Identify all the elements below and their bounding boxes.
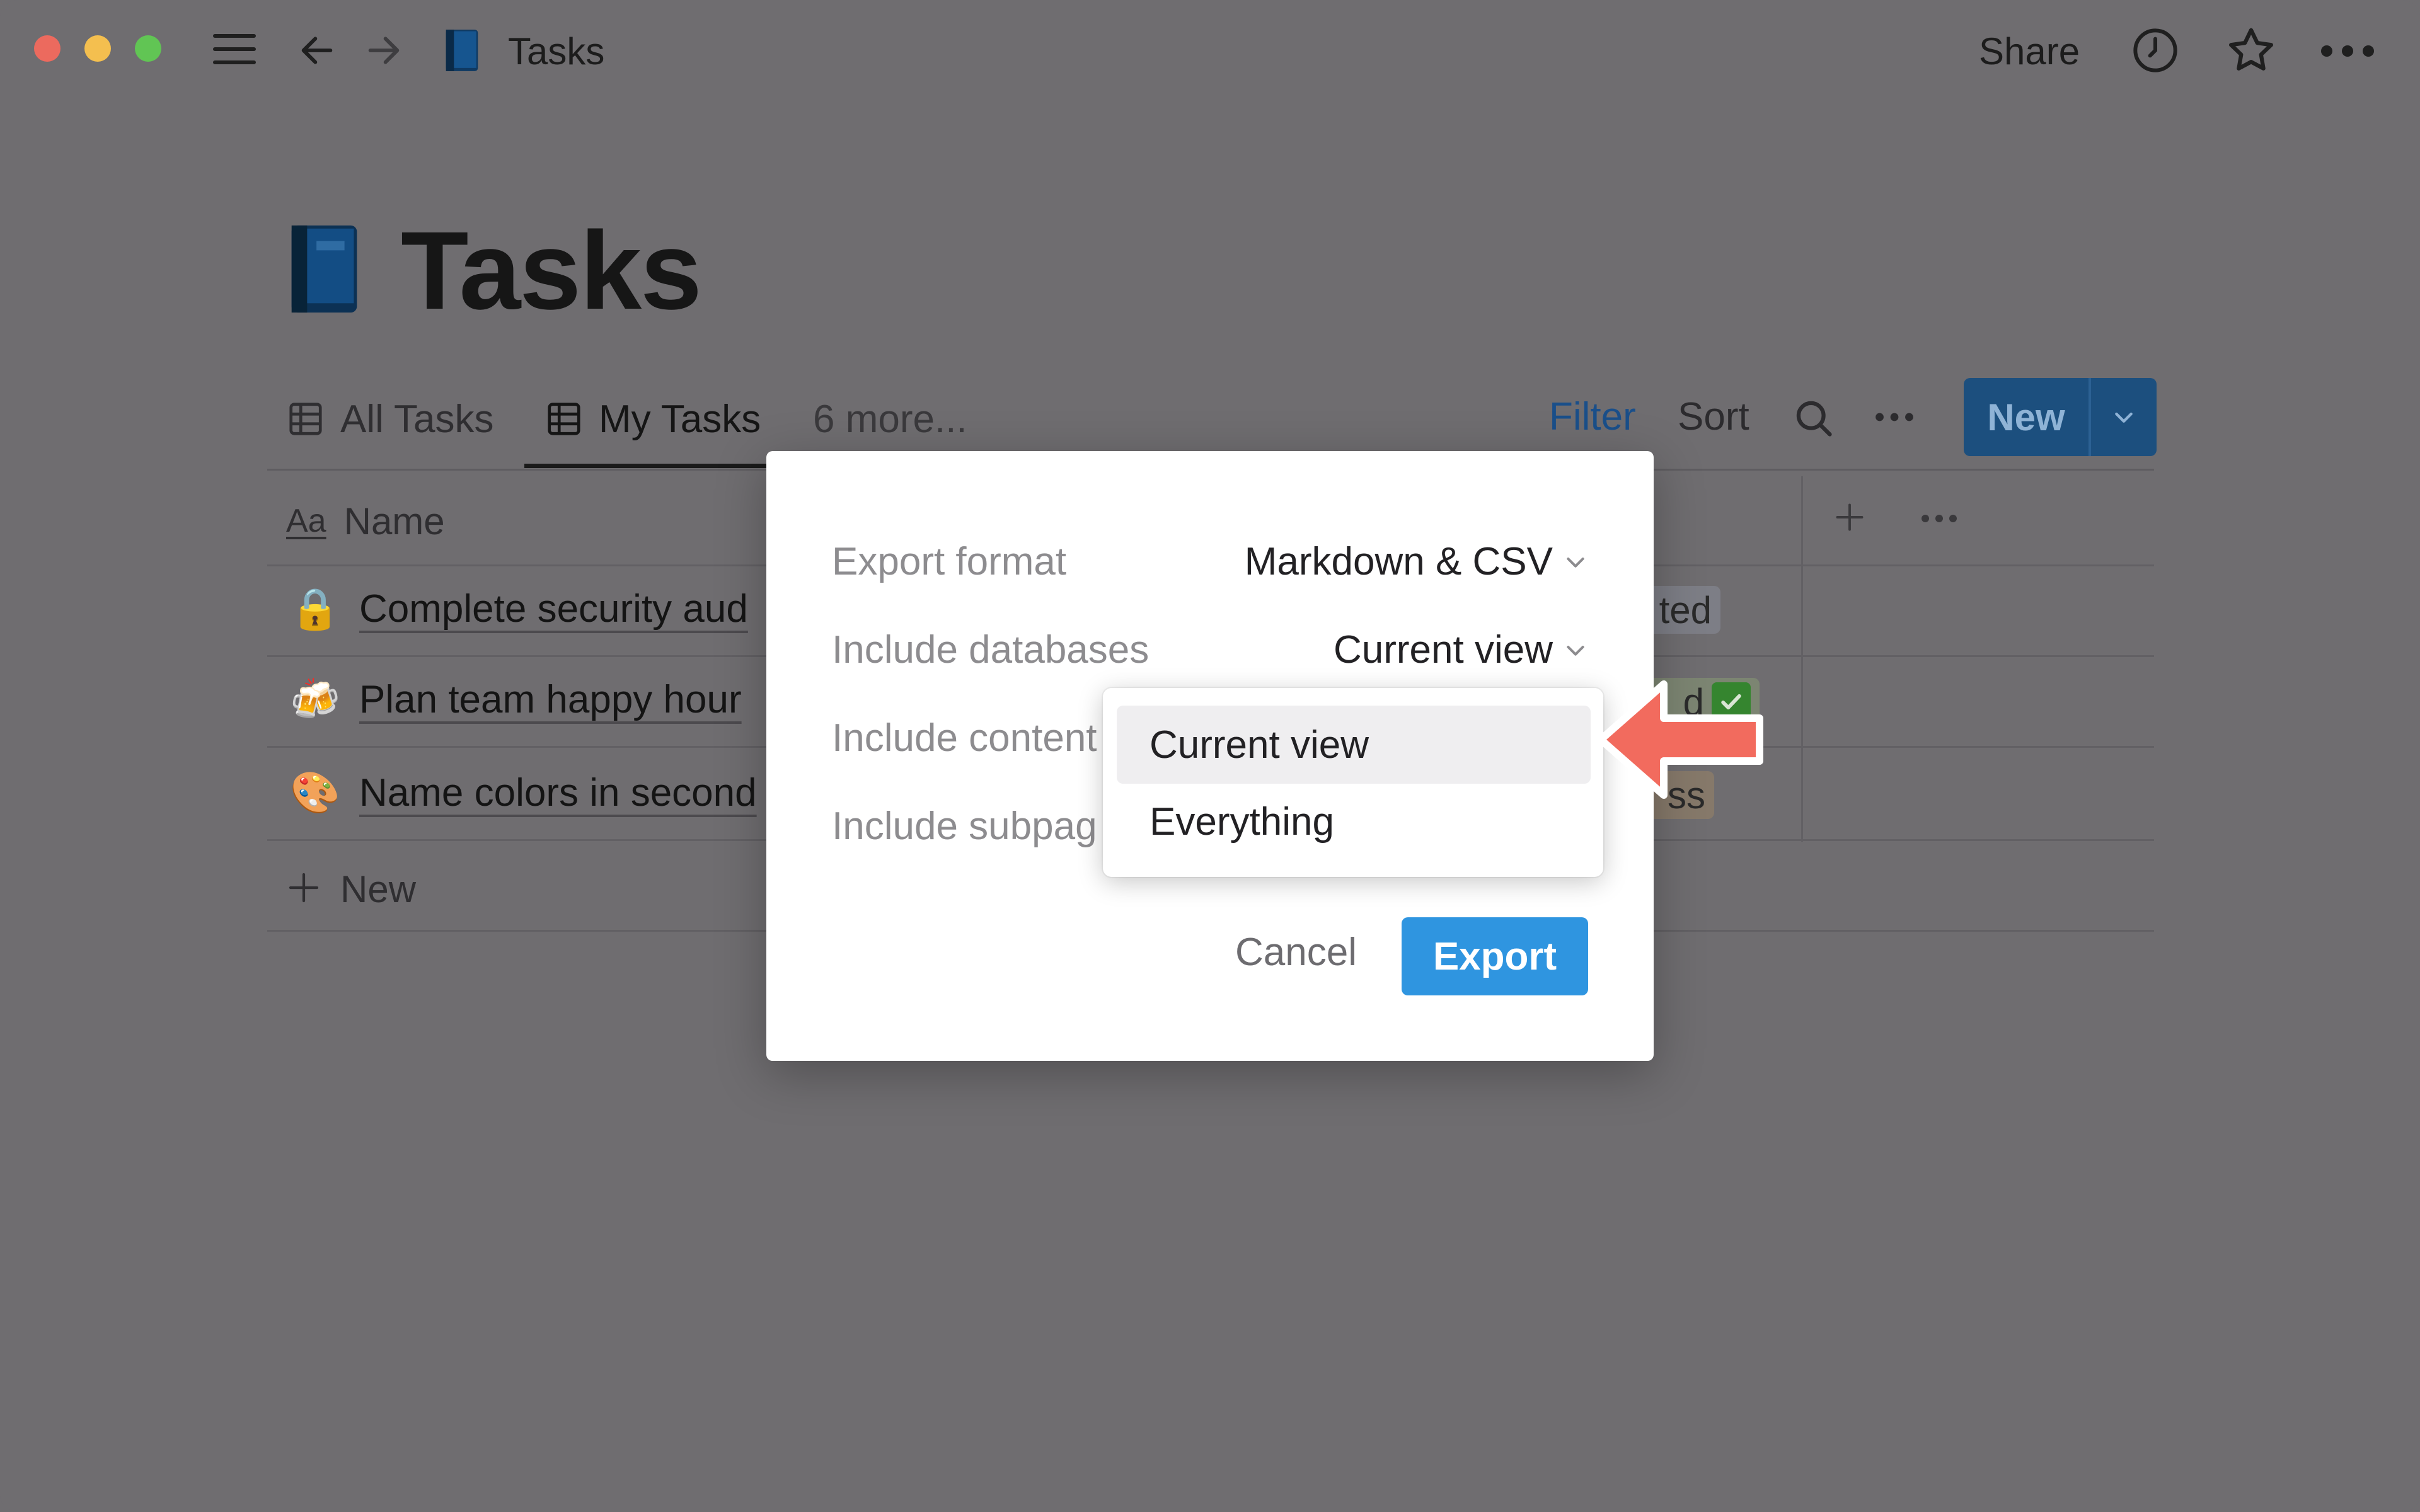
clock-icon[interactable] [2130, 25, 2181, 76]
status-text: ted [1659, 588, 1712, 631]
more-options-icon[interactable] [2319, 35, 2376, 67]
page-title[interactable]: Tasks [401, 208, 702, 334]
column-header-label: Name [343, 500, 445, 542]
star-icon[interactable] [2225, 24, 2278, 77]
back-arrow-icon[interactable] [295, 28, 339, 73]
export-button[interactable]: Export [1402, 917, 1588, 995]
plus-icon [286, 862, 321, 917]
beer-icon: 🍻 [290, 676, 340, 722]
new-button-label[interactable]: New [1964, 378, 2091, 456]
add-row-button[interactable]: New [286, 861, 416, 917]
share-button[interactable]: Share [1979, 28, 2080, 76]
view-options-icon[interactable] [1869, 401, 1920, 433]
lock-icon: 🔒 [290, 585, 340, 631]
maximize-window-button[interactable] [135, 35, 161, 62]
table-row[interactable]: 🔒 Complete security aud [290, 577, 748, 640]
breadcrumb-title[interactable]: Tasks [508, 28, 604, 76]
tab-my-tasks[interactable]: My Tasks [544, 391, 761, 447]
close-window-button[interactable] [34, 35, 60, 62]
page-book-icon[interactable] [285, 219, 367, 319]
palette-icon: 🎨 [290, 769, 340, 815]
include-content-label: Include content [832, 716, 1097, 760]
column-divider [1801, 476, 1803, 842]
tab-label: All Tasks [340, 397, 494, 441]
sort-button[interactable]: Sort [1678, 392, 1749, 442]
include-databases-dropdown: Current view Everything [1103, 688, 1603, 877]
add-row-label: New [340, 868, 417, 910]
include-databases-label: Include databases [832, 628, 1150, 672]
table-row[interactable]: 🎨 Name colors in second [290, 761, 757, 824]
table-icon [289, 403, 322, 435]
filter-button[interactable]: Filter [1549, 392, 1636, 442]
task-name[interactable]: Plan team happy hour [359, 677, 742, 722]
app-window: Tasks Share Tasks All Tasks My Tasks 6 m… [0, 0, 2420, 1512]
chevron-down-icon [1567, 558, 1584, 568]
dropdown-option-current-view[interactable]: Current view [1117, 706, 1591, 784]
include-databases-select[interactable]: Current view [1334, 625, 1588, 675]
export-format-value: Markdown & CSV [1244, 540, 1553, 583]
tab-all-tasks[interactable]: All Tasks [286, 391, 494, 447]
task-name[interactable]: Complete security aud [359, 587, 748, 631]
export-format-select[interactable]: Markdown & CSV [1245, 537, 1588, 587]
chevron-down-icon[interactable] [2091, 378, 2157, 456]
more-views-button[interactable]: 6 more... [813, 391, 967, 447]
task-name[interactable]: Name colors in second [359, 770, 757, 815]
menu-icon[interactable] [210, 29, 258, 69]
include-subpages-label: Include subpag [832, 805, 1097, 848]
add-column-icon[interactable] [1828, 495, 1872, 539]
dropdown-option-everything[interactable]: Everything [1117, 782, 1591, 861]
search-icon[interactable] [1789, 393, 1839, 444]
column-header-name[interactable]: Aa Name [286, 493, 445, 549]
chevron-down-icon [1567, 646, 1584, 656]
export-format-label: Export format [832, 540, 1067, 583]
column-options-icon[interactable] [1913, 503, 1965, 534]
text-property-icon: Aa [286, 503, 326, 539]
new-button[interactable]: New [1964, 378, 2157, 456]
book-icon [441, 26, 483, 74]
table-row[interactable]: 🍻 Plan team happy hour [290, 668, 742, 731]
include-databases-value: Current view [1334, 628, 1553, 672]
forward-arrow-icon[interactable] [362, 28, 406, 73]
active-tab-indicator [524, 464, 766, 468]
minimize-window-button[interactable] [84, 35, 111, 62]
tab-label: My Tasks [599, 397, 761, 441]
cancel-button[interactable]: Cancel [1235, 927, 1357, 978]
callout-arrow-icon [1597, 680, 1763, 799]
table-icon [548, 403, 580, 435]
